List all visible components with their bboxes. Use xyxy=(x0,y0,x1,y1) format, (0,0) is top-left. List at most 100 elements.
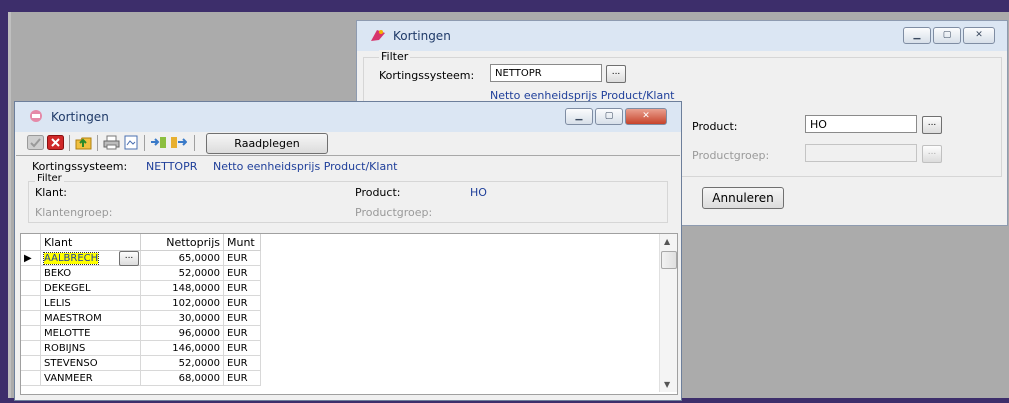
maximize-button[interactable]: ▢ xyxy=(595,108,623,125)
window-controls: ▁ ▢ ✕ xyxy=(903,27,995,44)
toolbar-separator xyxy=(97,135,98,151)
table-row[interactable]: VANMEER 68,0000 EUR xyxy=(21,371,261,386)
close-button[interactable]: ✕ xyxy=(625,108,667,125)
kortingssysteem-value: NETTOPR xyxy=(146,160,198,173)
app-icon xyxy=(30,110,42,122)
scroll-down-icon[interactable]: ▼ xyxy=(664,380,670,389)
row-indicator xyxy=(21,341,41,356)
klant-lookup-button[interactable]: ... xyxy=(119,251,139,266)
cell-munt[interactable]: EUR xyxy=(224,266,261,281)
kortingen-window: Kortingen ▁ ▢ ✕ Raadplegen Kortingssyste… xyxy=(14,101,682,401)
close-button[interactable]: ✕ xyxy=(963,27,995,44)
discount-table: Klant Nettoprijs Munt ▶ AALBRECH... 65,000… xyxy=(20,233,678,395)
product-label: Product: xyxy=(692,120,738,133)
preview-icon[interactable] xyxy=(123,135,140,150)
table-row[interactable]: STEVENSO 52,0000 EUR xyxy=(21,356,261,371)
cell-munt[interactable]: EUR xyxy=(224,371,261,386)
minimize-button[interactable]: ▁ xyxy=(903,27,931,44)
column-header-nettoprijs[interactable]: Nettoprijs xyxy=(141,234,224,251)
table-row[interactable]: MELOTTE 96,0000 EUR xyxy=(21,326,261,341)
cell-nettoprijs[interactable]: 52,0000 xyxy=(141,266,224,281)
raadplegen-button[interactable]: Raadplegen xyxy=(206,133,328,154)
cell-munt[interactable]: EUR xyxy=(224,341,261,356)
cell-klant[interactable]: ROBIJNS xyxy=(41,341,141,356)
cell-klant-text: AALBRECH xyxy=(42,252,100,265)
cell-klant[interactable]: MAESTROM xyxy=(41,311,141,326)
table-row[interactable]: MAESTROM 30,0000 EUR xyxy=(21,311,261,326)
screen-left-border xyxy=(0,12,8,403)
column-header-munt[interactable]: Munt xyxy=(224,234,261,251)
row-indicator xyxy=(21,371,41,386)
table-row[interactable]: DEKEGEL 148,0000 EUR xyxy=(21,281,261,296)
cell-klant[interactable]: AALBRECH... xyxy=(41,251,141,266)
cell-klant[interactable]: BEKO xyxy=(41,266,141,281)
klantengroep-label: Klantengroep: xyxy=(35,206,113,219)
cell-klant[interactable]: DEKEGEL xyxy=(41,281,141,296)
cell-munt[interactable]: EUR xyxy=(224,326,261,341)
cell-klant-text: ROBIJNS xyxy=(44,343,86,354)
row-indicator xyxy=(21,326,41,341)
row-indicator-header xyxy=(21,234,41,251)
cell-nettoprijs[interactable]: 65,0000 xyxy=(141,251,224,266)
folder-up-icon[interactable] xyxy=(75,135,92,150)
export-icon[interactable] xyxy=(170,135,187,150)
cell-nettoprijs[interactable]: 68,0000 xyxy=(141,371,224,386)
kortingssysteem-lookup-button[interactable]: ... xyxy=(606,65,626,83)
kortingen-window-titlebar[interactable]: Kortingen ▁ ▢ ✕ xyxy=(15,102,681,132)
print-icon[interactable] xyxy=(103,135,120,150)
toolbar-separator xyxy=(69,135,70,151)
maximize-button[interactable]: ▢ xyxy=(933,27,961,44)
cancel-button[interactable]: Annuleren xyxy=(702,187,784,209)
cell-munt[interactable]: EUR xyxy=(224,356,261,371)
cell-nettoprijs[interactable]: 102,0000 xyxy=(141,296,224,311)
cell-nettoprijs[interactable]: 146,0000 xyxy=(141,341,224,356)
cancel-icon[interactable] xyxy=(47,135,64,150)
filter-group xyxy=(28,181,668,223)
product-field[interactable]: HO xyxy=(805,115,917,133)
cell-klant-text: STEVENSO xyxy=(44,358,98,369)
product-lookup-button[interactable]: ... xyxy=(922,116,942,134)
scrollbar-thumb[interactable] xyxy=(661,251,677,269)
confirm-icon[interactable] xyxy=(27,135,44,150)
window-controls: ▁ ▢ ✕ xyxy=(565,108,667,125)
product-label: Product: xyxy=(355,186,401,199)
cell-munt[interactable]: EUR xyxy=(224,311,261,326)
scroll-up-icon[interactable]: ▲ xyxy=(664,237,670,246)
cell-klant-text: DEKEGEL xyxy=(44,283,91,294)
cell-nettoprijs[interactable]: 148,0000 xyxy=(141,281,224,296)
cell-klant[interactable]: MELOTTE xyxy=(41,326,141,341)
vertical-scrollbar[interactable]: ▲ ▼ xyxy=(659,234,677,392)
window-title: Kortingen xyxy=(51,110,109,124)
cell-nettoprijs[interactable]: 30,0000 xyxy=(141,311,224,326)
row-indicator xyxy=(21,281,41,296)
kortingssysteem-field[interactable]: NETTOPR xyxy=(490,64,602,82)
filter-window-titlebar[interactable]: Kortingen ▁ ▢ ✕ xyxy=(357,21,1007,51)
cell-klant-text: LELIS xyxy=(44,298,71,309)
toolbar-divider xyxy=(16,155,680,156)
kortingssysteem-description: Netto eenheidsprijs Product/Klant xyxy=(213,160,398,173)
toolbar: Raadplegen xyxy=(15,132,681,154)
row-indicator xyxy=(21,356,41,371)
cell-klant-text: MAESTROM xyxy=(44,313,102,324)
cell-klant[interactable]: LELIS xyxy=(41,296,141,311)
table-row[interactable]: ▶ AALBRECH... 65,0000 EUR xyxy=(21,251,261,266)
row-indicator xyxy=(21,266,41,281)
cell-nettoprijs[interactable]: 52,0000 xyxy=(141,356,224,371)
klant-label: Klant: xyxy=(35,186,68,199)
cell-nettoprijs[interactable]: 96,0000 xyxy=(141,326,224,341)
minimize-button[interactable]: ▁ xyxy=(565,108,593,125)
table-row[interactable]: ROBIJNS 146,0000 EUR xyxy=(21,341,261,356)
cell-klant[interactable]: STEVENSO xyxy=(41,356,141,371)
column-header-klant[interactable]: Klant xyxy=(41,234,141,251)
table-row[interactable]: LELIS 102,0000 EUR xyxy=(21,296,261,311)
row-indicator xyxy=(21,296,41,311)
kortingssysteem-label: Kortingssysteem: xyxy=(379,69,475,82)
cell-munt[interactable]: EUR xyxy=(224,281,261,296)
table-row[interactable]: BEKO 52,0000 EUR xyxy=(21,266,261,281)
cell-munt[interactable]: EUR xyxy=(224,251,261,266)
cell-munt[interactable]: EUR xyxy=(224,296,261,311)
kortingssysteem-label: Kortingssysteem: xyxy=(32,160,128,173)
import-icon[interactable] xyxy=(150,135,167,150)
cell-klant-text: MELOTTE xyxy=(44,328,91,339)
cell-klant[interactable]: VANMEER xyxy=(41,371,141,386)
